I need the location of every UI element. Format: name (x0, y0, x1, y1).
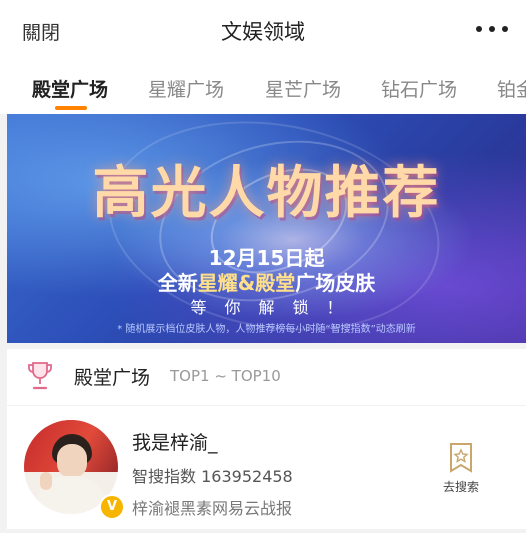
active-tab-indicator (55, 106, 87, 110)
tab-hall-plaza[interactable]: 殿堂广场 (32, 75, 108, 102)
tab-diamond-plaza[interactable]: 钻石广场 (381, 75, 457, 102)
go-search-label: 去搜索 (442, 480, 479, 494)
ranking-header: 殿堂广场 TOP1 ~ TOP10 (7, 349, 526, 405)
tab-star-glow-plaza[interactable]: 星芒广场 (265, 75, 341, 102)
banner-note: * 随机展示档位皮肤人物，人物推荐榜每小时随“智搜指数”动态刷新 (117, 324, 416, 335)
banner-subtitle: 全新星耀&殿堂广场皮肤 (157, 271, 376, 295)
banner-cta: 等你解锁！ (190, 298, 361, 317)
ranking-title: 殿堂广场 (74, 367, 151, 389)
tab-star-glory-plaza[interactable]: 星耀广场 (148, 75, 224, 102)
search-index: 智搜指数 163952458 (132, 467, 293, 486)
tab-platinum-plaza[interactable]: 铂金广场 (497, 75, 526, 102)
verified-badge-icon: V (99, 494, 125, 520)
bookmark-star-icon (450, 443, 472, 473)
banner-title: 高光人物推荐 (92, 161, 441, 226)
user-description: 梓渝褪黑素网易云战报 (132, 499, 293, 518)
top-bar: 關閉 文娱领域 (0, 0, 526, 62)
more-options-icon[interactable] (476, 21, 508, 37)
page-title: 文娱领域 (221, 20, 305, 44)
go-search-button[interactable]: 去搜索 (436, 442, 486, 494)
tab-bar: 殿堂广场 星耀广场 星芒广场 钻石广场 铂金广场 (0, 62, 526, 114)
ranking-range: TOP1 ~ TOP10 (170, 367, 281, 385)
trophy-icon (28, 362, 52, 390)
user-name[interactable]: 我是梓渝_ (132, 428, 218, 455)
ranking-list-item[interactable]: V 我是梓渝_ 智搜指数 163952458 梓渝褪黑素网易云战报 去搜索 (7, 406, 526, 529)
promo-banner[interactable]: 高光人物推荐 12月15日起 全新星耀&殿堂广场皮肤 等你解锁！ * 随机展示档… (7, 114, 526, 343)
